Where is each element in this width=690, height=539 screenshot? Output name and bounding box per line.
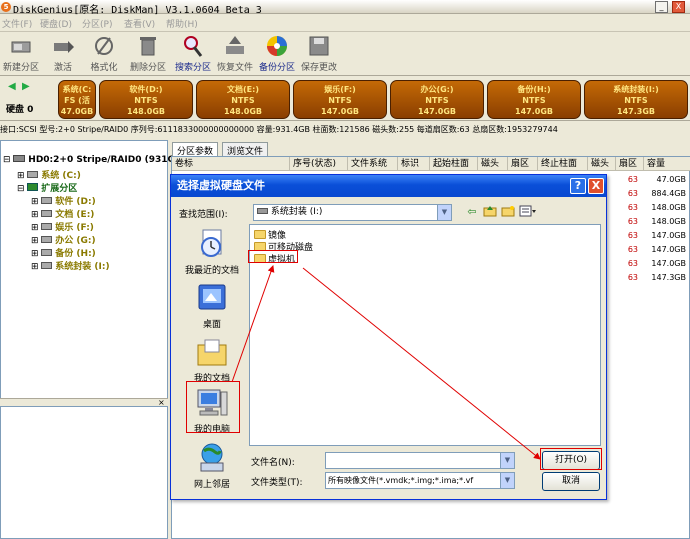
annotation-arrows — [231, 265, 541, 460]
